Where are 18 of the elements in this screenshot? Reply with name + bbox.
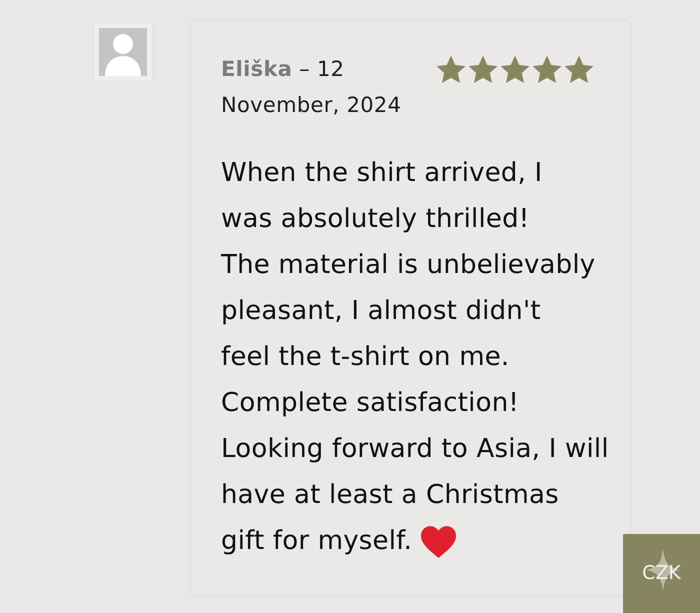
heart-icon (421, 526, 456, 558)
star-icon (532, 55, 562, 84)
avatar-placeholder-icon (99, 28, 147, 76)
currency-button[interactable]: CZK (623, 534, 700, 613)
review-text-line: pleasant, I almost didn't (221, 295, 541, 328)
star-icon (436, 55, 466, 84)
review-text-line: The material is unbelievably (221, 249, 596, 282)
review-text-line: was absolutely thrilled! (221, 203, 530, 236)
review-text-line: Looking forward to Asia, I will (221, 433, 609, 466)
review-text-line: When the shirt arrived, I (221, 157, 542, 190)
review-text-line: gift for myself. (221, 525, 412, 558)
star-icon (564, 55, 594, 84)
star-icon (500, 55, 530, 84)
review-text-line: Complete satisfaction! (221, 387, 520, 420)
review-byline: Eliška – 12 November, 2024 (221, 57, 402, 117)
review-text-line: feel the t-shirt on me. (221, 341, 510, 374)
star-icon (468, 55, 498, 84)
review-text-line: have at least a Christmas (221, 479, 559, 512)
